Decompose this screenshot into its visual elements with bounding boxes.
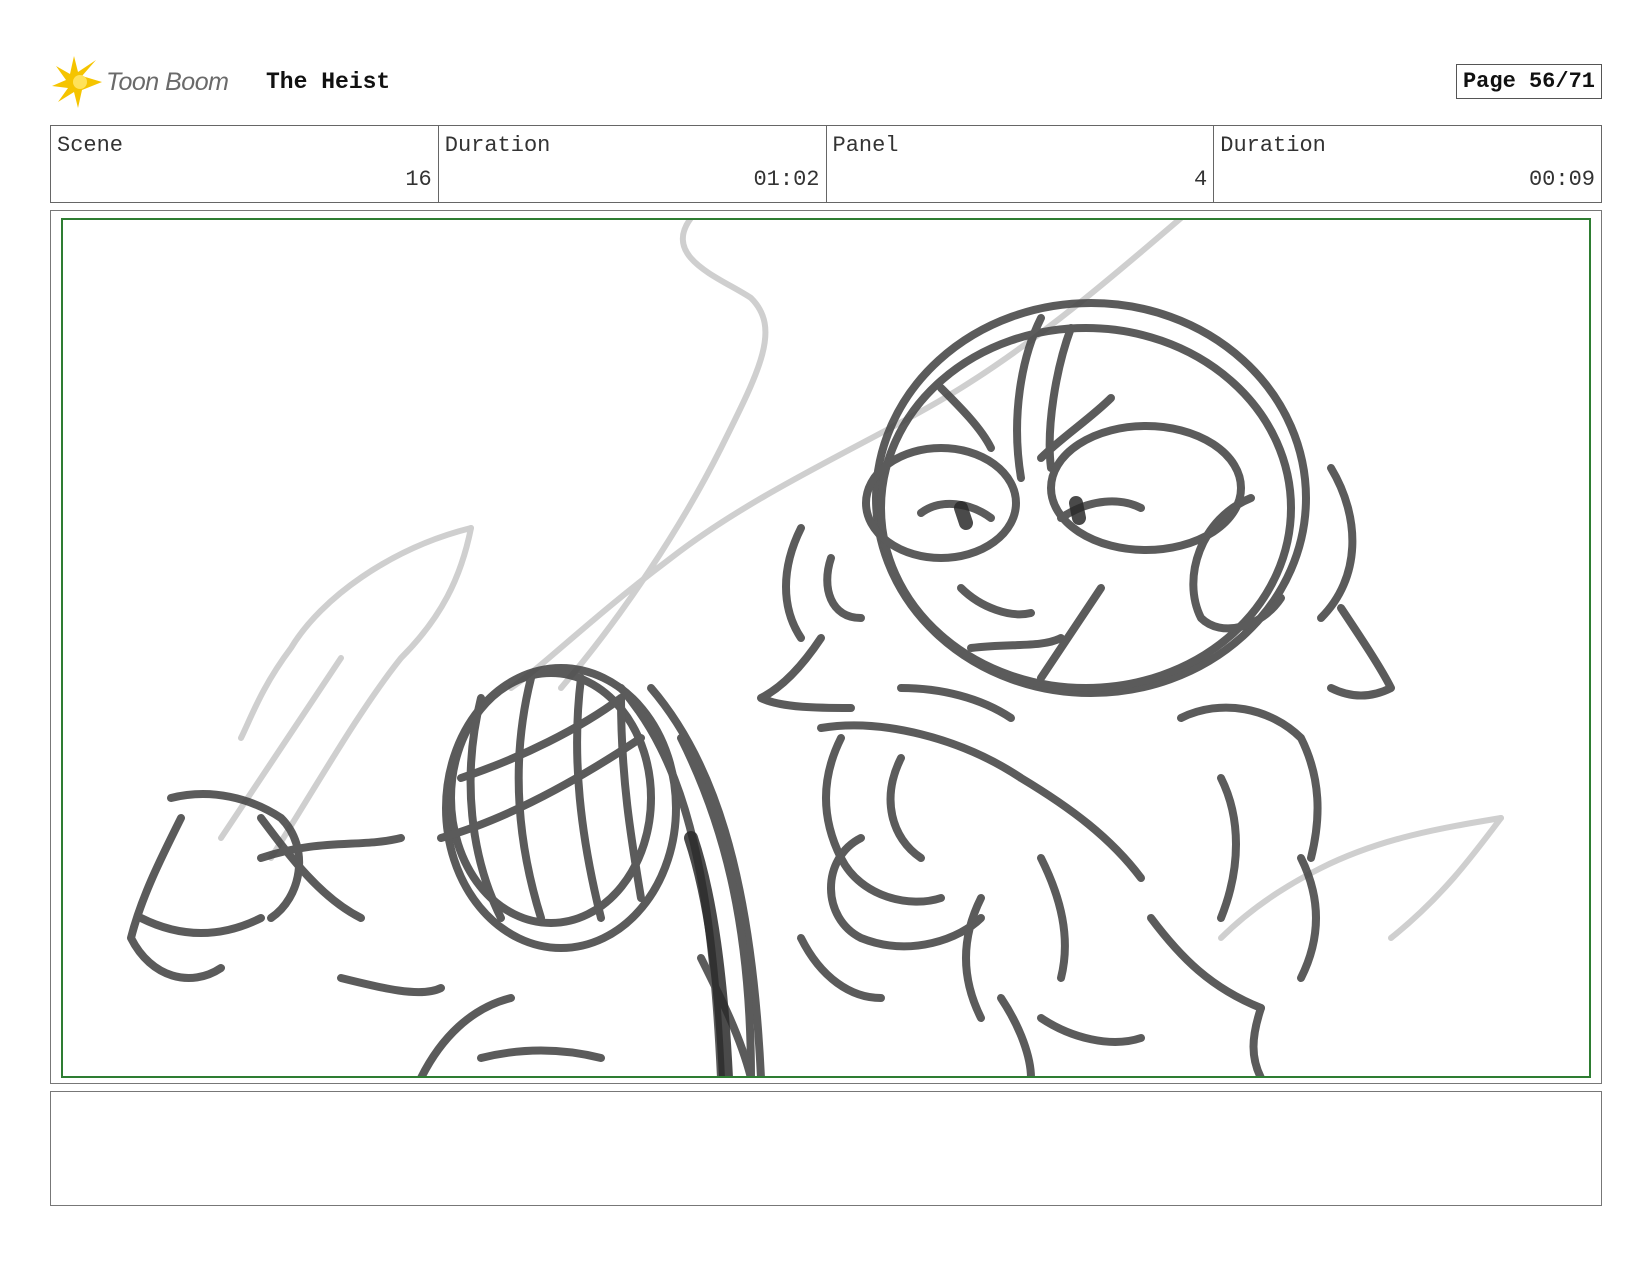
panel-duration-cell: Duration 00:09: [1214, 126, 1601, 202]
scene-info-table: Scene 16 Duration 01:02 Panel 4 Duration…: [50, 125, 1602, 203]
scene-value: 16: [405, 167, 432, 192]
scene-cell: Scene 16: [51, 126, 439, 202]
scene-label: Scene: [57, 133, 124, 158]
panel-label: Panel: [832, 133, 899, 158]
panel-value: 4: [1194, 167, 1208, 192]
logo-text: Toon Boom: [106, 67, 229, 96]
panel-frame: [50, 210, 1602, 1084]
panel-duration-value: 00:09: [1528, 167, 1595, 192]
page-number: Page 56/71: [1455, 64, 1602, 99]
panel-duration-label: Duration: [1220, 133, 1326, 158]
scene-duration-label: Duration: [444, 133, 551, 158]
project-title: The Heist: [266, 69, 391, 95]
scene-duration-cell: Duration 01:02: [439, 126, 827, 202]
panel-notes-box: [50, 1091, 1602, 1206]
storyboard-sketch: [127, 218, 1504, 1078]
page-header: Toon Boom The Heist Page 56/71: [52, 56, 1602, 108]
background-guide-strokes: [218, 218, 1504, 941]
scene-duration-value: 01:02: [753, 167, 820, 192]
starburst-icon: [52, 56, 102, 108]
toon-boom-logo: Toon Boom: [52, 56, 252, 108]
panel-cell: Panel 4: [827, 126, 1215, 202]
